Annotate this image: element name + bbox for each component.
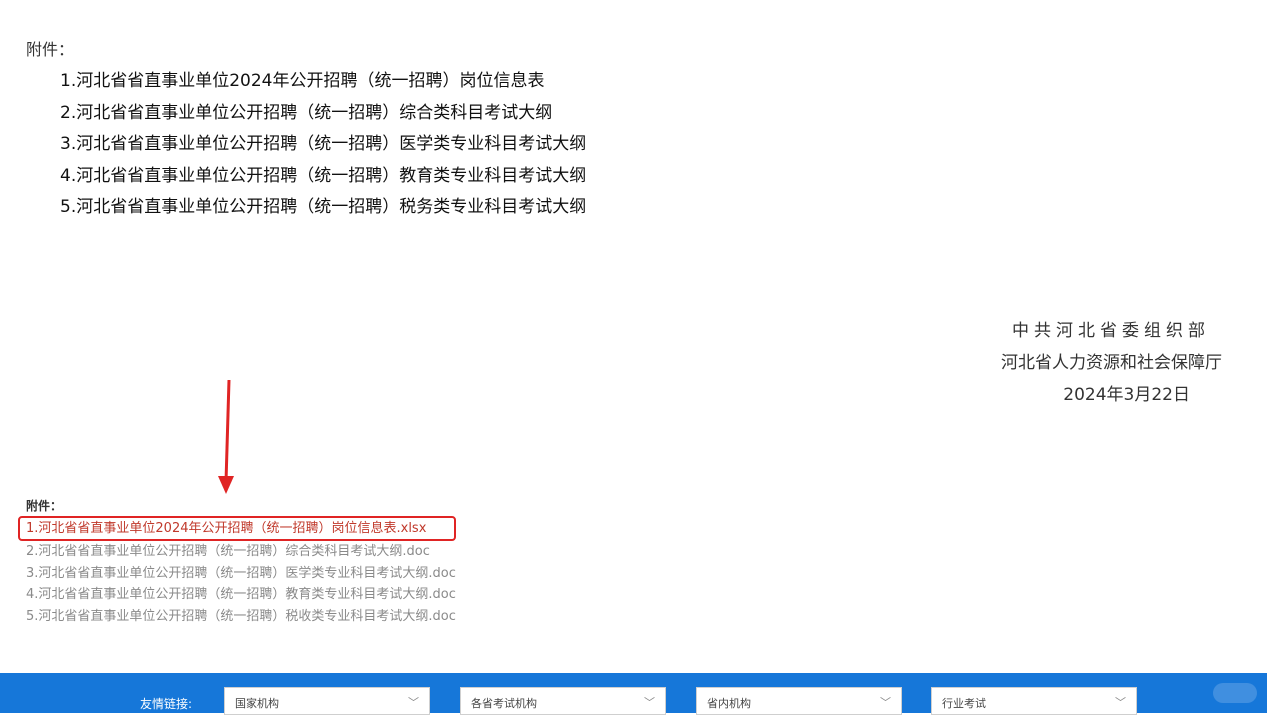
arrow-shaft (224, 379, 231, 483)
chevron-down-icon: ﹀ (644, 696, 655, 709)
select-national-agencies[interactable]: 国家机构 ﹀ (224, 687, 430, 715)
signature-org-2: 河北省人力资源和社会保障厅 (1001, 353, 1222, 373)
attachment-item: 1.河北省省直事业单位2024年公开招聘（统一招聘）岗位信息表 (60, 71, 545, 91)
red-arrow-annotation (218, 379, 234, 494)
attachments-list: 1.河北省省直事业单位2024年公开招聘（统一招聘）岗位信息表 2.河北省省直事… (60, 66, 586, 224)
select-value: 行业考试 (942, 697, 986, 710)
download-link-highlighted[interactable]: 1.河北省省直事业单位2024年公开招聘（统一招聘）岗位信息表.xlsx (18, 516, 456, 541)
signature-org-1: 中共河北省委组织部 (1012, 321, 1210, 341)
attachment-item: 3.河北省省直事业单位公开招聘（统一招聘）医学类专业科目考试大纲 (60, 134, 587, 154)
select-value: 各省考试机构 (471, 697, 537, 710)
friend-links-label: 友情链接: (140, 697, 193, 711)
watermark-logo (1213, 683, 1257, 703)
downloads-heading: 附件： (26, 499, 63, 513)
footer-bar: 友情链接: 国家机构 ﹀ 各省考试机构 ﹀ 省内机构 ﹀ 行业考试 ﹀ (0, 673, 1267, 715)
signature-date: 2024年3月22日 (1063, 385, 1190, 405)
download-link[interactable]: 5.河北省省直事业单位公开招聘（统一招聘）税收类专业科目考试大纲.doc (26, 606, 456, 628)
arrow-head (218, 476, 234, 494)
download-link[interactable]: 4.河北省省直事业单位公开招聘（统一招聘）教育类专业科目考试大纲.doc (26, 584, 456, 606)
chevron-down-icon: ﹀ (1115, 696, 1126, 709)
download-link[interactable]: 3.河北省省直事业单位公开招聘（统一招聘）医学类专业科目考试大纲.doc (26, 563, 456, 585)
select-industry-exams[interactable]: 行业考试 ﹀ (931, 687, 1137, 715)
chevron-down-icon: ﹀ (880, 696, 891, 709)
signature-block: 中共河北省委组织部 河北省人力资源和社会保障厅 2024年3月22日 (1001, 316, 1222, 411)
select-value: 国家机构 (235, 697, 279, 710)
select-value: 省内机构 (707, 697, 751, 710)
select-in-province-agencies[interactable]: 省内机构 ﹀ (696, 687, 902, 715)
attachment-item: 4.河北省省直事业单位公开招聘（统一招聘）教育类专业科目考试大纲 (60, 165, 587, 186)
download-link[interactable]: 2.河北省省直事业单位公开招聘（统一招聘）综合类科目考试大纲.doc (26, 541, 456, 563)
chevron-down-icon: ﹀ (408, 696, 419, 709)
attachment-item: 2.河北省省直事业单位公开招聘（统一招聘）综合类科目考试大纲 (60, 102, 553, 123)
attachment-item: 5.河北省省直事业单位公开招聘（统一招聘）税务类专业科目考试大纲 (60, 197, 587, 217)
attachments-heading: 附件： (26, 40, 75, 59)
downloads-list: 1.河北省省直事业单位2024年公开招聘（统一招聘）岗位信息表.xlsx 2.河… (18, 516, 456, 628)
select-provincial-exam-agencies[interactable]: 各省考试机构 ﹀ (460, 687, 666, 715)
